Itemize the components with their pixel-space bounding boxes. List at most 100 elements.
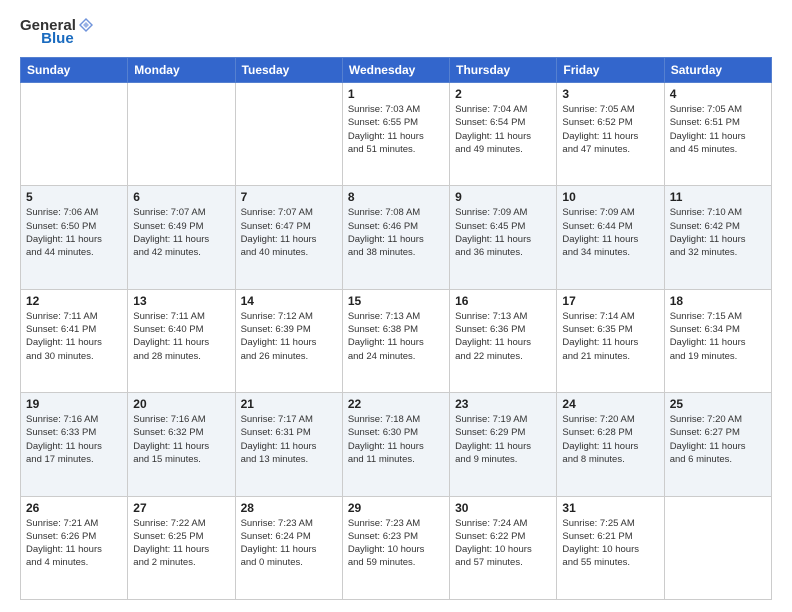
day-info: Sunrise: 7:04 AM Sunset: 6:54 PM Dayligh…	[455, 103, 551, 156]
day-info: Sunrise: 7:23 AM Sunset: 6:23 PM Dayligh…	[348, 517, 444, 570]
day-number: 4	[670, 87, 766, 101]
day-info: Sunrise: 7:20 AM Sunset: 6:28 PM Dayligh…	[562, 413, 658, 466]
day-number: 6	[133, 190, 229, 204]
calendar-cell: 28 Sunrise: 7:23 AM Sunset: 6:24 PM Dayli…	[235, 496, 342, 599]
day-number: 15	[348, 294, 444, 308]
calendar-cell: 30 Sunrise: 7:24 AM Sunset: 6:22 PM Dayli…	[450, 496, 557, 599]
day-number: 16	[455, 294, 551, 308]
day-info: Sunrise: 7:11 AM Sunset: 6:41 PM Dayligh…	[26, 310, 122, 363]
calendar-cell: 31Sunrise: 7:25 AM Sunset: 6:21 PM Dayli…	[557, 496, 664, 599]
day-info: Sunrise: 7:17 AM Sunset: 6:31 PM Dayligh…	[241, 413, 337, 466]
calendar-cell: 13 Sunrise: 7:11 AM Sunset: 6:40 PM Dayli…	[128, 289, 235, 392]
week-row-3: 12Sunrise: 7:11 AM Sunset: 6:41 PM Dayli…	[21, 289, 772, 392]
weekday-header-thursday: Thursday	[450, 58, 557, 83]
day-number: 14	[241, 294, 337, 308]
day-number: 24	[562, 397, 658, 411]
calendar-cell: 19 Sunrise: 7:16 AM Sunset: 6:33 PM Dayli…	[21, 393, 128, 496]
day-number: 21	[241, 397, 337, 411]
header: General Blue	[20, 16, 772, 47]
day-number: 8	[348, 190, 444, 204]
day-info: Sunrise: 7:22 AM Sunset: 6:25 PM Dayligh…	[133, 517, 229, 570]
logo: General Blue	[20, 16, 95, 47]
day-number: 28	[241, 501, 337, 515]
day-number: 29	[348, 501, 444, 515]
week-row-4: 19 Sunrise: 7:16 AM Sunset: 6:33 PM Dayli…	[21, 393, 772, 496]
calendar-cell: 3 Sunrise: 7:05 AM Sunset: 6:52 PM Daylig…	[557, 83, 664, 186]
calendar-cell: 16 Sunrise: 7:13 AM Sunset: 6:36 PM Dayli…	[450, 289, 557, 392]
day-number: 19	[26, 397, 122, 411]
weekday-header-row: SundayMondayTuesdayWednesdayThursdayFrid…	[21, 58, 772, 83]
day-number: 25	[670, 397, 766, 411]
weekday-header-friday: Friday	[557, 58, 664, 83]
calendar-table: SundayMondayTuesdayWednesdayThursdayFrid…	[20, 57, 772, 600]
calendar-cell: 6 Sunrise: 7:07 AM Sunset: 6:49 PM Daylig…	[128, 186, 235, 289]
day-info: Sunrise: 7:10 AM Sunset: 6:42 PM Dayligh…	[670, 206, 766, 259]
day-info: Sunrise: 7:24 AM Sunset: 6:22 PM Dayligh…	[455, 517, 551, 570]
day-number: 5	[26, 190, 122, 204]
week-row-5: 26Sunrise: 7:21 AM Sunset: 6:26 PM Dayli…	[21, 496, 772, 599]
calendar-cell: 29 Sunrise: 7:23 AM Sunset: 6:23 PM Dayli…	[342, 496, 449, 599]
day-number: 22	[348, 397, 444, 411]
calendar-cell: 9 Sunrise: 7:09 AM Sunset: 6:45 PM Daylig…	[450, 186, 557, 289]
day-number: 18	[670, 294, 766, 308]
day-number: 11	[670, 190, 766, 204]
day-info: Sunrise: 7:06 AM Sunset: 6:50 PM Dayligh…	[26, 206, 122, 259]
calendar-cell: 14 Sunrise: 7:12 AM Sunset: 6:39 PM Dayli…	[235, 289, 342, 392]
day-number: 13	[133, 294, 229, 308]
day-info: Sunrise: 7:20 AM Sunset: 6:27 PM Dayligh…	[670, 413, 766, 466]
week-row-1: 1Sunrise: 7:03 AM Sunset: 6:55 PM Daylig…	[21, 83, 772, 186]
day-number: 17	[562, 294, 658, 308]
day-info: Sunrise: 7:09 AM Sunset: 6:45 PM Dayligh…	[455, 206, 551, 259]
day-info: Sunrise: 7:07 AM Sunset: 6:49 PM Dayligh…	[133, 206, 229, 259]
weekday-header-wednesday: Wednesday	[342, 58, 449, 83]
calendar-cell: 7 Sunrise: 7:07 AM Sunset: 6:47 PM Daylig…	[235, 186, 342, 289]
day-number: 9	[455, 190, 551, 204]
calendar-cell: 11 Sunrise: 7:10 AM Sunset: 6:42 PM Dayli…	[664, 186, 771, 289]
calendar-cell	[128, 83, 235, 186]
calendar-cell: 20 Sunrise: 7:16 AM Sunset: 6:32 PM Dayli…	[128, 393, 235, 496]
calendar-cell: 21 Sunrise: 7:17 AM Sunset: 6:31 PM Dayli…	[235, 393, 342, 496]
calendar-cell: 22 Sunrise: 7:18 AM Sunset: 6:30 PM Dayli…	[342, 393, 449, 496]
day-info: Sunrise: 7:14 AM Sunset: 6:35 PM Dayligh…	[562, 310, 658, 363]
day-number: 20	[133, 397, 229, 411]
weekday-header-saturday: Saturday	[664, 58, 771, 83]
day-info: Sunrise: 7:13 AM Sunset: 6:36 PM Dayligh…	[455, 310, 551, 363]
day-info: Sunrise: 7:12 AM Sunset: 6:39 PM Dayligh…	[241, 310, 337, 363]
day-info: Sunrise: 7:21 AM Sunset: 6:26 PM Dayligh…	[26, 517, 122, 570]
calendar-cell: 27 Sunrise: 7:22 AM Sunset: 6:25 PM Dayli…	[128, 496, 235, 599]
logo-blue-text: Blue	[41, 30, 74, 47]
day-number: 3	[562, 87, 658, 101]
logo-icon	[77, 16, 95, 34]
weekday-header-sunday: Sunday	[21, 58, 128, 83]
day-number: 1	[348, 87, 444, 101]
day-info: Sunrise: 7:11 AM Sunset: 6:40 PM Dayligh…	[133, 310, 229, 363]
day-number: 2	[455, 87, 551, 101]
calendar-cell: 1Sunrise: 7:03 AM Sunset: 6:55 PM Daylig…	[342, 83, 449, 186]
calendar-cell	[235, 83, 342, 186]
day-info: Sunrise: 7:16 AM Sunset: 6:32 PM Dayligh…	[133, 413, 229, 466]
day-info: Sunrise: 7:19 AM Sunset: 6:29 PM Dayligh…	[455, 413, 551, 466]
calendar-cell: 15 Sunrise: 7:13 AM Sunset: 6:38 PM Dayli…	[342, 289, 449, 392]
calendar-cell: 17 Sunrise: 7:14 AM Sunset: 6:35 PM Dayli…	[557, 289, 664, 392]
day-info: Sunrise: 7:18 AM Sunset: 6:30 PM Dayligh…	[348, 413, 444, 466]
calendar-cell: 5 Sunrise: 7:06 AM Sunset: 6:50 PM Daylig…	[21, 186, 128, 289]
day-info: Sunrise: 7:07 AM Sunset: 6:47 PM Dayligh…	[241, 206, 337, 259]
day-info: Sunrise: 7:23 AM Sunset: 6:24 PM Dayligh…	[241, 517, 337, 570]
day-number: 27	[133, 501, 229, 515]
day-info: Sunrise: 7:05 AM Sunset: 6:51 PM Dayligh…	[670, 103, 766, 156]
day-info: Sunrise: 7:25 AM Sunset: 6:21 PM Dayligh…	[562, 517, 658, 570]
calendar-cell	[21, 83, 128, 186]
weekday-header-monday: Monday	[128, 58, 235, 83]
day-info: Sunrise: 7:13 AM Sunset: 6:38 PM Dayligh…	[348, 310, 444, 363]
day-info: Sunrise: 7:05 AM Sunset: 6:52 PM Dayligh…	[562, 103, 658, 156]
calendar-cell: 8Sunrise: 7:08 AM Sunset: 6:46 PM Daylig…	[342, 186, 449, 289]
calendar-cell: 4 Sunrise: 7:05 AM Sunset: 6:51 PM Daylig…	[664, 83, 771, 186]
day-info: Sunrise: 7:09 AM Sunset: 6:44 PM Dayligh…	[562, 206, 658, 259]
day-info: Sunrise: 7:15 AM Sunset: 6:34 PM Dayligh…	[670, 310, 766, 363]
calendar-cell: 24 Sunrise: 7:20 AM Sunset: 6:28 PM Dayli…	[557, 393, 664, 496]
day-number: 7	[241, 190, 337, 204]
day-info: Sunrise: 7:16 AM Sunset: 6:33 PM Dayligh…	[26, 413, 122, 466]
day-number: 30	[455, 501, 551, 515]
day-number: 10	[562, 190, 658, 204]
week-row-2: 5 Sunrise: 7:06 AM Sunset: 6:50 PM Daylig…	[21, 186, 772, 289]
